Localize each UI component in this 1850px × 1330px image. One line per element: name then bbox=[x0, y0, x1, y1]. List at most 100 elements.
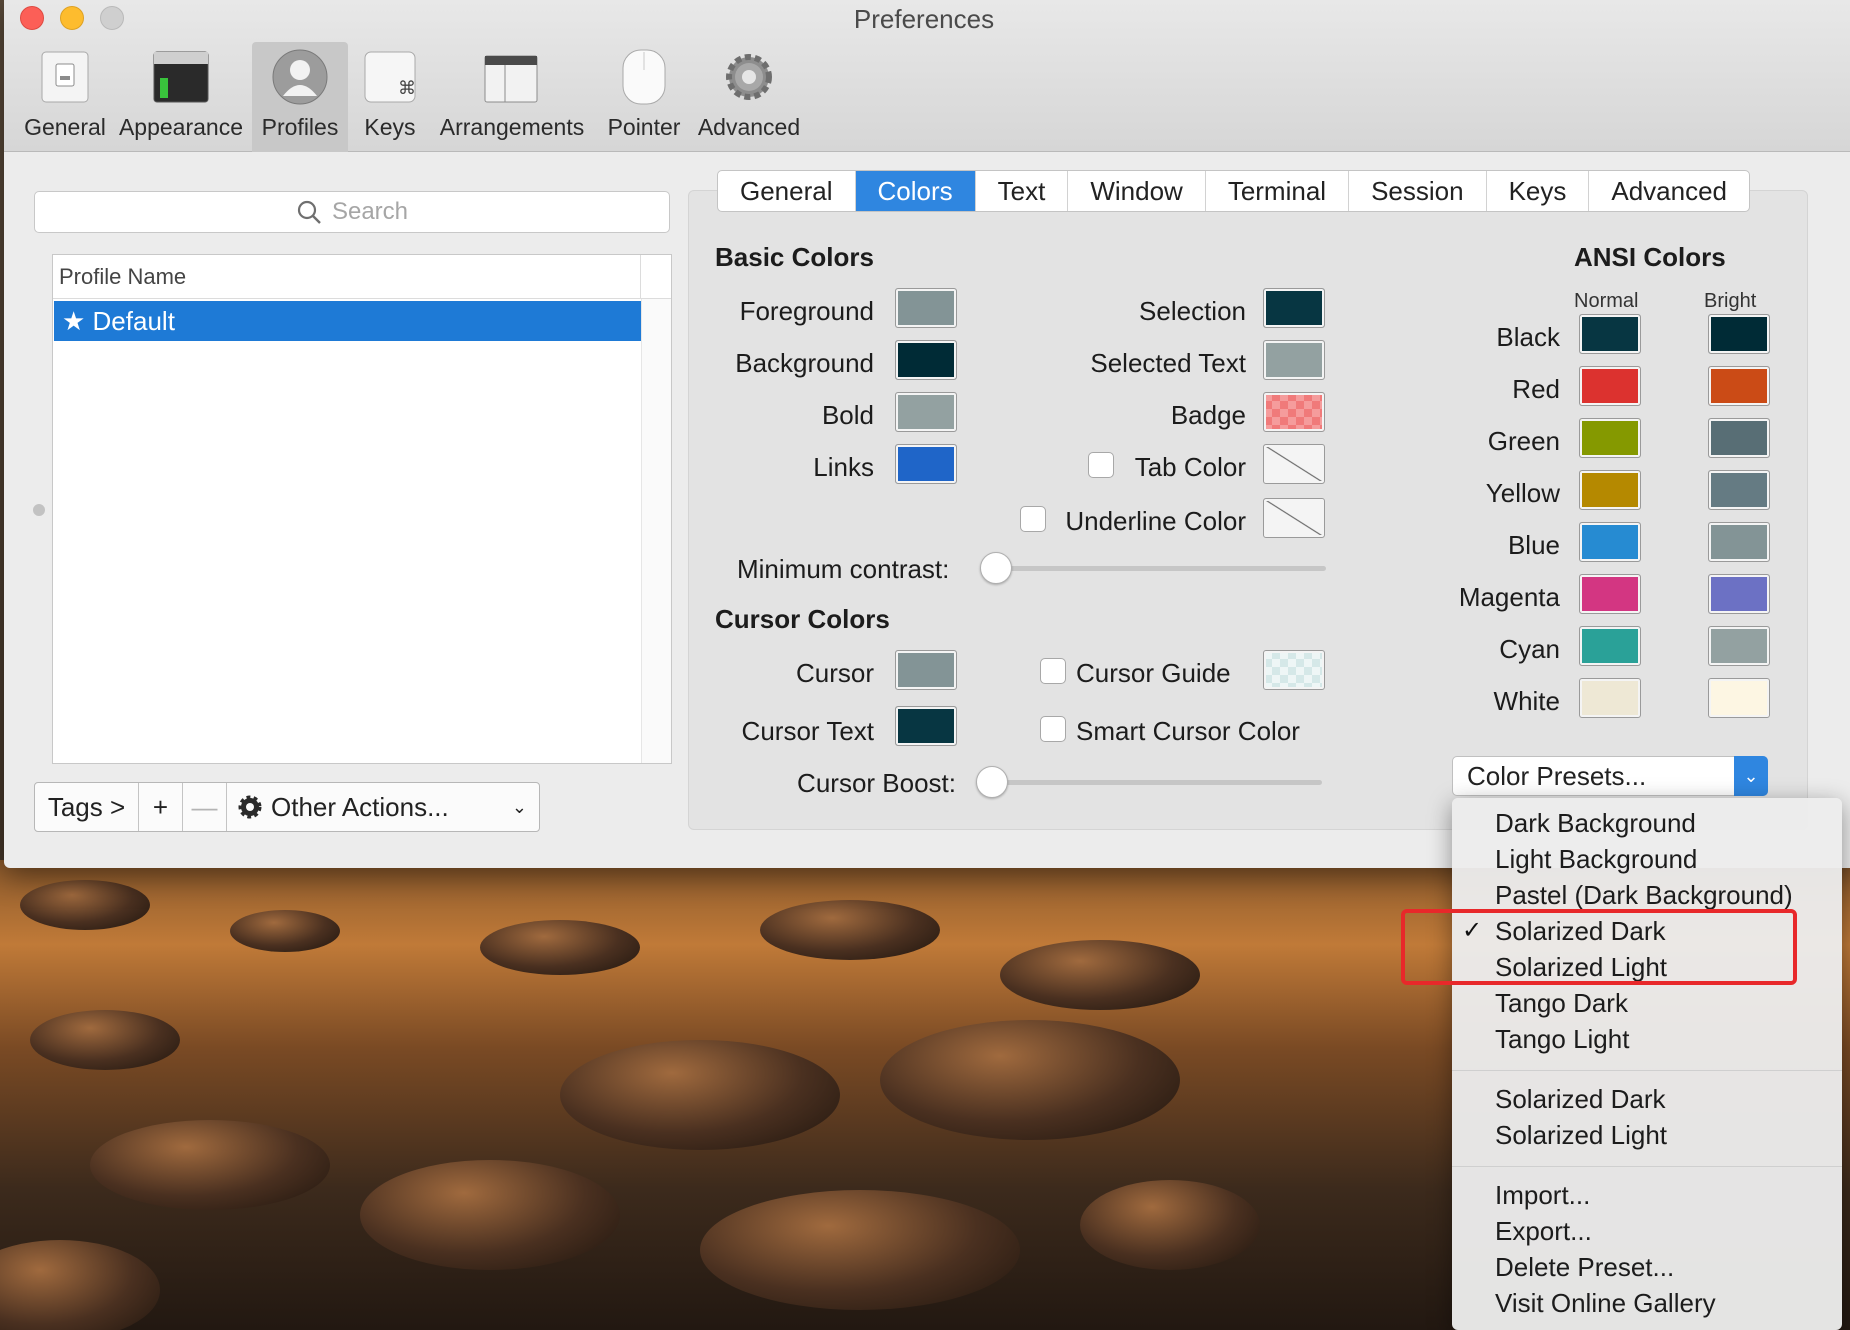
ansi-yellow-bright-well[interactable] bbox=[1708, 470, 1770, 510]
color-presets-menu: Dark Background Light Background Pastel … bbox=[1452, 798, 1842, 1330]
cursor-colors-heading: Cursor Colors bbox=[715, 604, 890, 634]
tags-button[interactable]: Tags > bbox=[35, 783, 139, 831]
ansi-white-label: White bbox=[1493, 686, 1560, 716]
tab-color-well[interactable] bbox=[1263, 444, 1325, 484]
selection-label: Selection bbox=[1139, 296, 1246, 326]
tab-color-checkbox[interactable] bbox=[1088, 452, 1114, 478]
ansi-black-normal-well[interactable] bbox=[1579, 314, 1641, 354]
cursor-text-color-well[interactable] bbox=[895, 706, 957, 746]
arrangements-icon bbox=[484, 55, 538, 103]
bold-color-well[interactable] bbox=[895, 392, 957, 432]
menu-item-custom-solarized-light[interactable]: Solarized Light bbox=[1495, 1120, 1667, 1151]
remove-profile-button[interactable]: — bbox=[183, 783, 227, 831]
split-view-handle[interactable] bbox=[33, 504, 45, 516]
title-bar: Preferences General Appearance Profiles … bbox=[4, 0, 1850, 152]
tab-window[interactable]: Window bbox=[1068, 171, 1206, 211]
menu-item-export[interactable]: Export... bbox=[1495, 1216, 1592, 1247]
menu-item-pastel-dark-background[interactable]: Pastel (Dark Background) bbox=[1495, 880, 1793, 911]
ansi-red-normal-well[interactable] bbox=[1579, 366, 1641, 406]
cursor-boost-knob[interactable] bbox=[976, 766, 1008, 798]
tab-advanced[interactable]: Advanced bbox=[1589, 171, 1749, 211]
ansi-magenta-bright-well[interactable] bbox=[1708, 574, 1770, 614]
ansi-yellow-label: Yellow bbox=[1485, 478, 1560, 508]
menu-item-delete-preset[interactable]: Delete Preset... bbox=[1495, 1252, 1674, 1283]
ansi-red-label: Red bbox=[1512, 374, 1560, 404]
profile-name-header-label: Profile Name bbox=[59, 264, 187, 289]
profile-name-column-header[interactable]: Profile Name bbox=[53, 255, 671, 299]
profile-action-bar: Tags > + — Other Actions... ⌄ bbox=[34, 782, 540, 832]
smart-cursor-color-label: Smart Cursor Color bbox=[1076, 716, 1300, 746]
cursor-boost-slider[interactable] bbox=[976, 780, 1322, 785]
ansi-white-normal-well[interactable] bbox=[1579, 678, 1641, 718]
advanced-gear-icon bbox=[726, 54, 772, 100]
menu-item-dark-background[interactable]: Dark Background bbox=[1495, 808, 1696, 839]
ansi-blue-bright-well[interactable] bbox=[1708, 522, 1770, 562]
profile-search-field[interactable]: Search bbox=[34, 191, 670, 233]
profile-tabs: General Colors Text Window Terminal Sess… bbox=[717, 170, 1751, 212]
ansi-black-bright-well[interactable] bbox=[1708, 314, 1770, 354]
background-label: Background bbox=[735, 348, 874, 378]
svg-text:⌘: ⌘ bbox=[398, 78, 416, 99]
selected-text-color-well[interactable] bbox=[1263, 340, 1325, 380]
search-icon bbox=[297, 200, 321, 224]
cursor-guide-checkbox[interactable] bbox=[1040, 658, 1066, 684]
badge-color-well[interactable] bbox=[1263, 392, 1325, 432]
background-color-well[interactable] bbox=[895, 340, 957, 380]
toolbar-keys[interactable]: ⌘ Keys bbox=[354, 42, 426, 152]
add-profile-button[interactable]: + bbox=[139, 783, 183, 831]
tab-terminal[interactable]: Terminal bbox=[1206, 171, 1350, 211]
tab-general[interactable]: General bbox=[718, 171, 856, 211]
underline-color-well[interactable] bbox=[1263, 498, 1325, 538]
other-actions-dropdown[interactable]: Other Actions... ⌄ bbox=[227, 783, 539, 831]
smart-cursor-color-checkbox[interactable] bbox=[1040, 716, 1066, 742]
ansi-cyan-bright-well[interactable] bbox=[1708, 626, 1770, 666]
chevron-down-icon: ⌄ bbox=[1734, 756, 1768, 796]
toolbar-arrangements[interactable]: Arrangements bbox=[434, 42, 590, 152]
gear-icon bbox=[238, 795, 262, 819]
toolbar-general[interactable]: General bbox=[18, 42, 112, 152]
menu-item-light-background[interactable]: Light Background bbox=[1495, 844, 1697, 875]
menu-item-import[interactable]: Import... bbox=[1495, 1180, 1590, 1211]
tab-text[interactable]: Text bbox=[976, 171, 1069, 211]
ansi-yellow-normal-well[interactable] bbox=[1579, 470, 1641, 510]
minimum-contrast-knob[interactable] bbox=[980, 552, 1012, 584]
links-color-well[interactable] bbox=[895, 444, 957, 484]
ansi-magenta-normal-well[interactable] bbox=[1579, 574, 1641, 614]
cursor-guide-color-well[interactable] bbox=[1263, 650, 1325, 690]
minimum-contrast-label: Minimum contrast: bbox=[737, 554, 950, 584]
toolbar-appearance[interactable]: Appearance bbox=[116, 42, 246, 152]
profile-row-default[interactable]: ★ Default bbox=[54, 301, 642, 341]
menu-item-visit-online-gallery[interactable]: Visit Online Gallery bbox=[1495, 1288, 1716, 1319]
toolbar-profiles-label: Profiles bbox=[261, 114, 339, 140]
tab-session[interactable]: Session bbox=[1349, 171, 1487, 211]
profiles-icon bbox=[272, 49, 328, 105]
profile-list: Profile Name ★ Default bbox=[52, 254, 672, 764]
minimum-contrast-slider[interactable] bbox=[980, 566, 1326, 571]
tab-keys[interactable]: Keys bbox=[1487, 171, 1590, 211]
cursor-color-well[interactable] bbox=[895, 650, 957, 690]
menu-separator bbox=[1452, 1070, 1842, 1071]
color-presets-popup-button[interactable]: Color Presets... ⌄ bbox=[1452, 756, 1768, 796]
toolbar-advanced[interactable]: Advanced bbox=[694, 42, 804, 152]
ansi-green-normal-well[interactable] bbox=[1579, 418, 1641, 458]
toolbar-pointer[interactable]: Pointer bbox=[598, 42, 690, 152]
cursor-guide-label: Cursor Guide bbox=[1076, 658, 1231, 688]
selection-color-well[interactable] bbox=[1263, 288, 1325, 328]
underline-color-checkbox[interactable] bbox=[1020, 506, 1046, 532]
ansi-cyan-normal-well[interactable] bbox=[1579, 626, 1641, 666]
toolbar-arrangements-label: Arrangements bbox=[439, 114, 585, 140]
ansi-white-bright-well[interactable] bbox=[1708, 678, 1770, 718]
ansi-red-bright-well[interactable] bbox=[1708, 366, 1770, 406]
ansi-green-label: Green bbox=[1487, 426, 1560, 456]
ansi-green-bright-well[interactable] bbox=[1708, 418, 1770, 458]
ansi-blue-normal-well[interactable] bbox=[1579, 522, 1641, 562]
tab-colors[interactable]: Colors bbox=[855, 171, 976, 211]
window-title: Preferences bbox=[853, 4, 995, 34]
toolbar-profiles[interactable]: Profiles bbox=[252, 42, 348, 152]
foreground-color-well[interactable] bbox=[895, 288, 957, 328]
search-placeholder: Search bbox=[331, 198, 409, 225]
menu-item-tango-light[interactable]: Tango Light bbox=[1495, 1024, 1629, 1055]
general-icon bbox=[41, 51, 89, 103]
menu-item-tango-dark[interactable]: Tango Dark bbox=[1495, 988, 1628, 1019]
menu-item-custom-solarized-dark[interactable]: Solarized Dark bbox=[1495, 1084, 1666, 1115]
